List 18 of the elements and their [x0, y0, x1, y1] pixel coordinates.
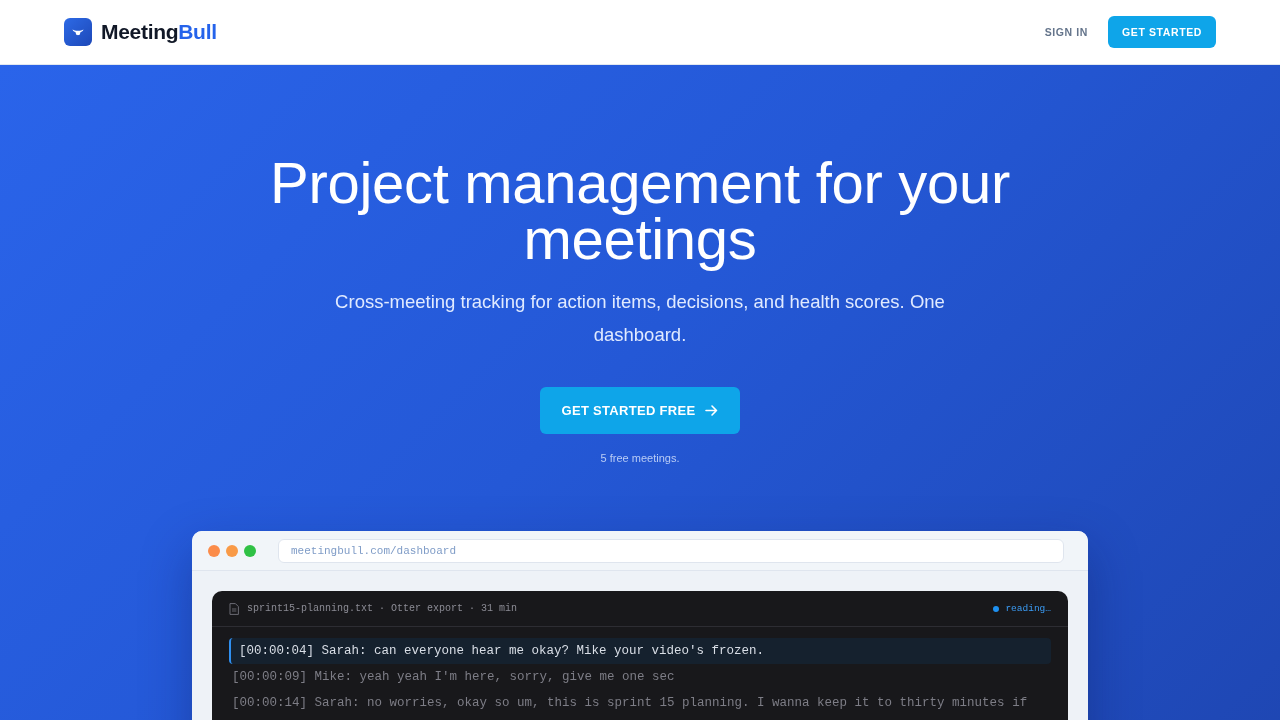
sign-in-link[interactable]: SIGN IN: [1044, 26, 1088, 38]
url-field[interactable]: meetingbull.com/dashboard: [278, 538, 1064, 563]
document-icon: [229, 602, 239, 615]
get-started-free-button[interactable]: GET STARTED FREE: [540, 387, 740, 434]
status-text: reading…: [1005, 603, 1051, 614]
file-info: sprint15-planning.txt · Otter export · 31 min: [247, 603, 518, 614]
arrow-right-icon: [705, 404, 719, 417]
window-dot-icon: [244, 544, 256, 557]
status-dot-icon: [993, 605, 1000, 612]
transcript-line: [00:00:09] Mike: yeah yeah I'm here, sorry, give me one sec: [231, 669, 676, 686]
window-dot-icon: [226, 544, 238, 557]
free-meetings-note: 5 free meetings.: [600, 451, 680, 466]
get-started-button[interactable]: GET STARTED: [1108, 16, 1216, 48]
window-dot-icon: [208, 544, 220, 557]
bull-logo-icon: [64, 18, 92, 46]
transcript-line: [00:00:14] Sarah: no worries, okay so um, this is sprint 15 planning. I wanna keep it to thirty minutes if: [231, 695, 1029, 712]
hero-subtitle: Cross-meeting tracking for action items, decisions, and health scores. One dashboard.: [334, 290, 946, 347]
brand-name[interactable]: MeetingBull: [101, 20, 217, 44]
